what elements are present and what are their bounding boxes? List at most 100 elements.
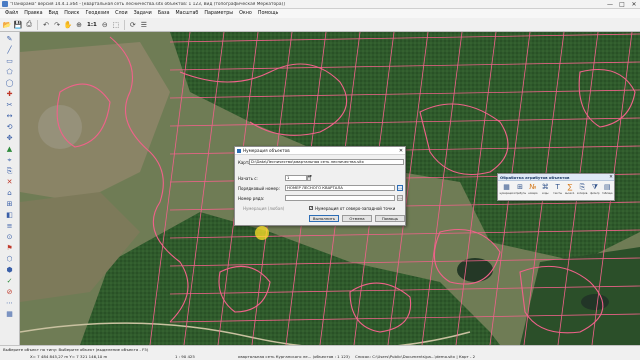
zoom-out-icon[interactable]: ⊖ (100, 20, 110, 30)
hexagon-filled-icon[interactable]: ⬢ (3, 265, 17, 275)
delete-icon[interactable]: ✕ (3, 177, 17, 187)
start-label: Начать с: (238, 176, 258, 181)
draw-rectangle-icon[interactable]: ▭ (3, 56, 17, 66)
save-icon[interactable]: 💾 (13, 20, 23, 30)
zoom-window-icon[interactable]: ⬚ (111, 20, 121, 30)
redo-icon[interactable]: ↷ (52, 20, 62, 30)
menu-scale[interactable]: Масштаб (173, 11, 202, 16)
refresh-icon[interactable]: ⟳ (128, 20, 138, 30)
help-button[interactable]: Помощь (375, 215, 405, 222)
forbid-icon[interactable]: ⊘ (3, 287, 17, 297)
attr-tool-0[interactable]: ▦ нумерация (499, 183, 514, 195)
attr-tool-7[interactable]: ⧩ фильтр (589, 183, 600, 195)
menu-edit[interactable]: Правка (21, 11, 45, 16)
window-title: "Панорама" версия 14.4.1.x64 - [кварталь… (10, 1, 285, 7)
attr-tool-1[interactable]: ⊞ атрибуты (514, 183, 526, 195)
table-icon: ▤ (603, 183, 611, 191)
attr-tool-label: фильтр (590, 192, 600, 195)
start-number-spinner[interactable]: ▲▼ (307, 175, 312, 181)
attribute-processing-panel: Обработка атрибутов объектов ✕ ▦ нумераци… (497, 173, 615, 201)
draw-line-icon[interactable]: ╱ (3, 45, 17, 55)
pan-icon[interactable]: ✋ (63, 20, 73, 30)
attr-tool-6[interactable]: ⎘ копиров. (577, 183, 588, 195)
attr-tool-8[interactable]: ▤ таблица (602, 183, 613, 195)
attr-tool-4[interactable]: Tтексты (552, 183, 563, 195)
check-icon[interactable]: ✓ (3, 276, 17, 286)
text-icon: T (555, 183, 560, 191)
home-icon[interactable]: ⌂ (3, 188, 17, 198)
copy-icon: ⎘ (579, 183, 586, 191)
attr-tool-label: номера (528, 192, 538, 195)
target-icon[interactable]: ⌖ (3, 155, 17, 165)
start-number-input[interactable]: 1 (285, 175, 307, 181)
attr-tool-3[interactable]: ⌘ коды (540, 183, 551, 195)
table-icon[interactable]: ▦ (3, 309, 17, 319)
dialog-close-icon[interactable]: ✕ (397, 148, 405, 154)
add-point-icon[interactable]: ✚ (3, 89, 17, 99)
flag-icon[interactable]: ⚑ (3, 243, 17, 253)
layers-icon[interactable]: ☰ (139, 20, 149, 30)
menu-help[interactable]: Помощь (255, 11, 281, 16)
toolbar-separator (123, 19, 125, 30)
northwest-checkbox[interactable]: ✓ (309, 206, 313, 210)
scale-one-to-one-button[interactable]: 1:1 (85, 22, 99, 28)
copy-icon[interactable]: ⎘ (3, 166, 17, 176)
grid-icon[interactable]: ⊞ (3, 199, 17, 209)
menu-search[interactable]: Поиск (61, 11, 82, 16)
status-coordinates: X= 7 484 845,27 m Y= 7 321 146,10 m (30, 354, 108, 359)
attr-tool-label: тексты (553, 192, 563, 195)
series-pick-button[interactable]: … (397, 195, 403, 201)
toolbar-separator (37, 19, 38, 30)
draw-circle-icon[interactable]: ◯ (3, 78, 17, 88)
status-map-name: квартальная сеть Курганского ле... (объе… (238, 354, 350, 359)
calc-icon: ∑ (567, 183, 573, 191)
series-field-input[interactable] (285, 195, 395, 201)
cut-object-icon[interactable]: ✂ (3, 100, 17, 110)
attr-tool-label: копиров. (576, 192, 589, 195)
hexagon-icon[interactable]: ⬡ (3, 254, 17, 264)
dialog-title: Нумерация объектов (243, 148, 290, 153)
draw-polygon-icon[interactable]: ⬠ (3, 67, 17, 77)
edit-object-icon[interactable]: ✎ (3, 34, 17, 44)
menu-view[interactable]: Вид (46, 11, 62, 16)
measure-icon[interactable]: ↔ (3, 111, 17, 121)
attribute-icon: ⊞ (517, 183, 523, 191)
close-button[interactable]: ✕ (628, 0, 640, 9)
menu-window[interactable]: Окно (236, 11, 255, 16)
split-icon[interactable]: ◧ (3, 210, 17, 220)
maximize-button[interactable]: □ (616, 0, 628, 9)
app-icon (2, 1, 8, 7)
menu-parameters[interactable]: Параметры (201, 11, 236, 16)
ordinal-pick-button[interactable]: … (397, 185, 403, 191)
menu-tasks[interactable]: Задачи (131, 11, 155, 16)
move-icon[interactable]: ✥ (3, 133, 17, 143)
attr-tool-label: нумерация (499, 192, 514, 195)
left-toolbar: ✎ ╱ ▭ ⬠ ◯ ✚ ✂ ↔ ⟲ ✥ ▲ ⌖ ⎘ ✕ ⌂ ⊞ ◧ ≡ ⊙ ⚑ … (0, 32, 20, 345)
menu-layers[interactable]: Слои (112, 11, 130, 16)
series-label: Номер ряда: (238, 196, 265, 201)
panel-close-icon[interactable]: ✕ (608, 175, 614, 180)
attr-tool-2[interactable]: № номера (527, 183, 538, 195)
print-icon[interactable]: ⎙ (24, 20, 34, 30)
triangle-icon[interactable]: ▲ (3, 144, 17, 154)
undo-icon[interactable]: ↶ (41, 20, 51, 30)
status-scale: 1 : 90 425 (175, 354, 195, 359)
list-icon[interactable]: ≡ (3, 221, 17, 231)
minimize-button[interactable]: — (604, 0, 616, 9)
numbering-dialog: Нумерация объектов ✕ Карта: D:\Data\Лесн… (234, 146, 406, 226)
center-icon[interactable]: ⊙ (3, 232, 17, 242)
cancel-button[interactable]: Отмена (342, 215, 372, 222)
run-button[interactable]: Выполнить (309, 215, 339, 222)
folder-open-icon[interactable]: 📂 (2, 20, 12, 30)
numbers-icon: № (529, 183, 537, 191)
more-icon[interactable]: ⋯ (3, 298, 17, 308)
attr-tool-5[interactable]: ∑ вычисл. (564, 183, 575, 195)
menu-geodesy[interactable]: Геодезия (82, 11, 112, 16)
panel-tools: ▦ нумерация ⊞ атрибуты № номера ⌘ коды Tтексты ∑ в… (498, 181, 614, 195)
menu-database[interactable]: База (155, 11, 173, 16)
rotate-icon[interactable]: ⟲ (3, 122, 17, 132)
map-select[interactable]: D:\Data\Лесничество\квартальная сеть лес… (249, 159, 404, 165)
zoom-in-icon[interactable]: ⊕ (74, 20, 84, 30)
ordinal-field-input[interactable]: НОМЕР ЛЕСНОГО КВАРТАЛА (285, 185, 395, 191)
menu-file[interactable]: Файл (2, 11, 21, 16)
